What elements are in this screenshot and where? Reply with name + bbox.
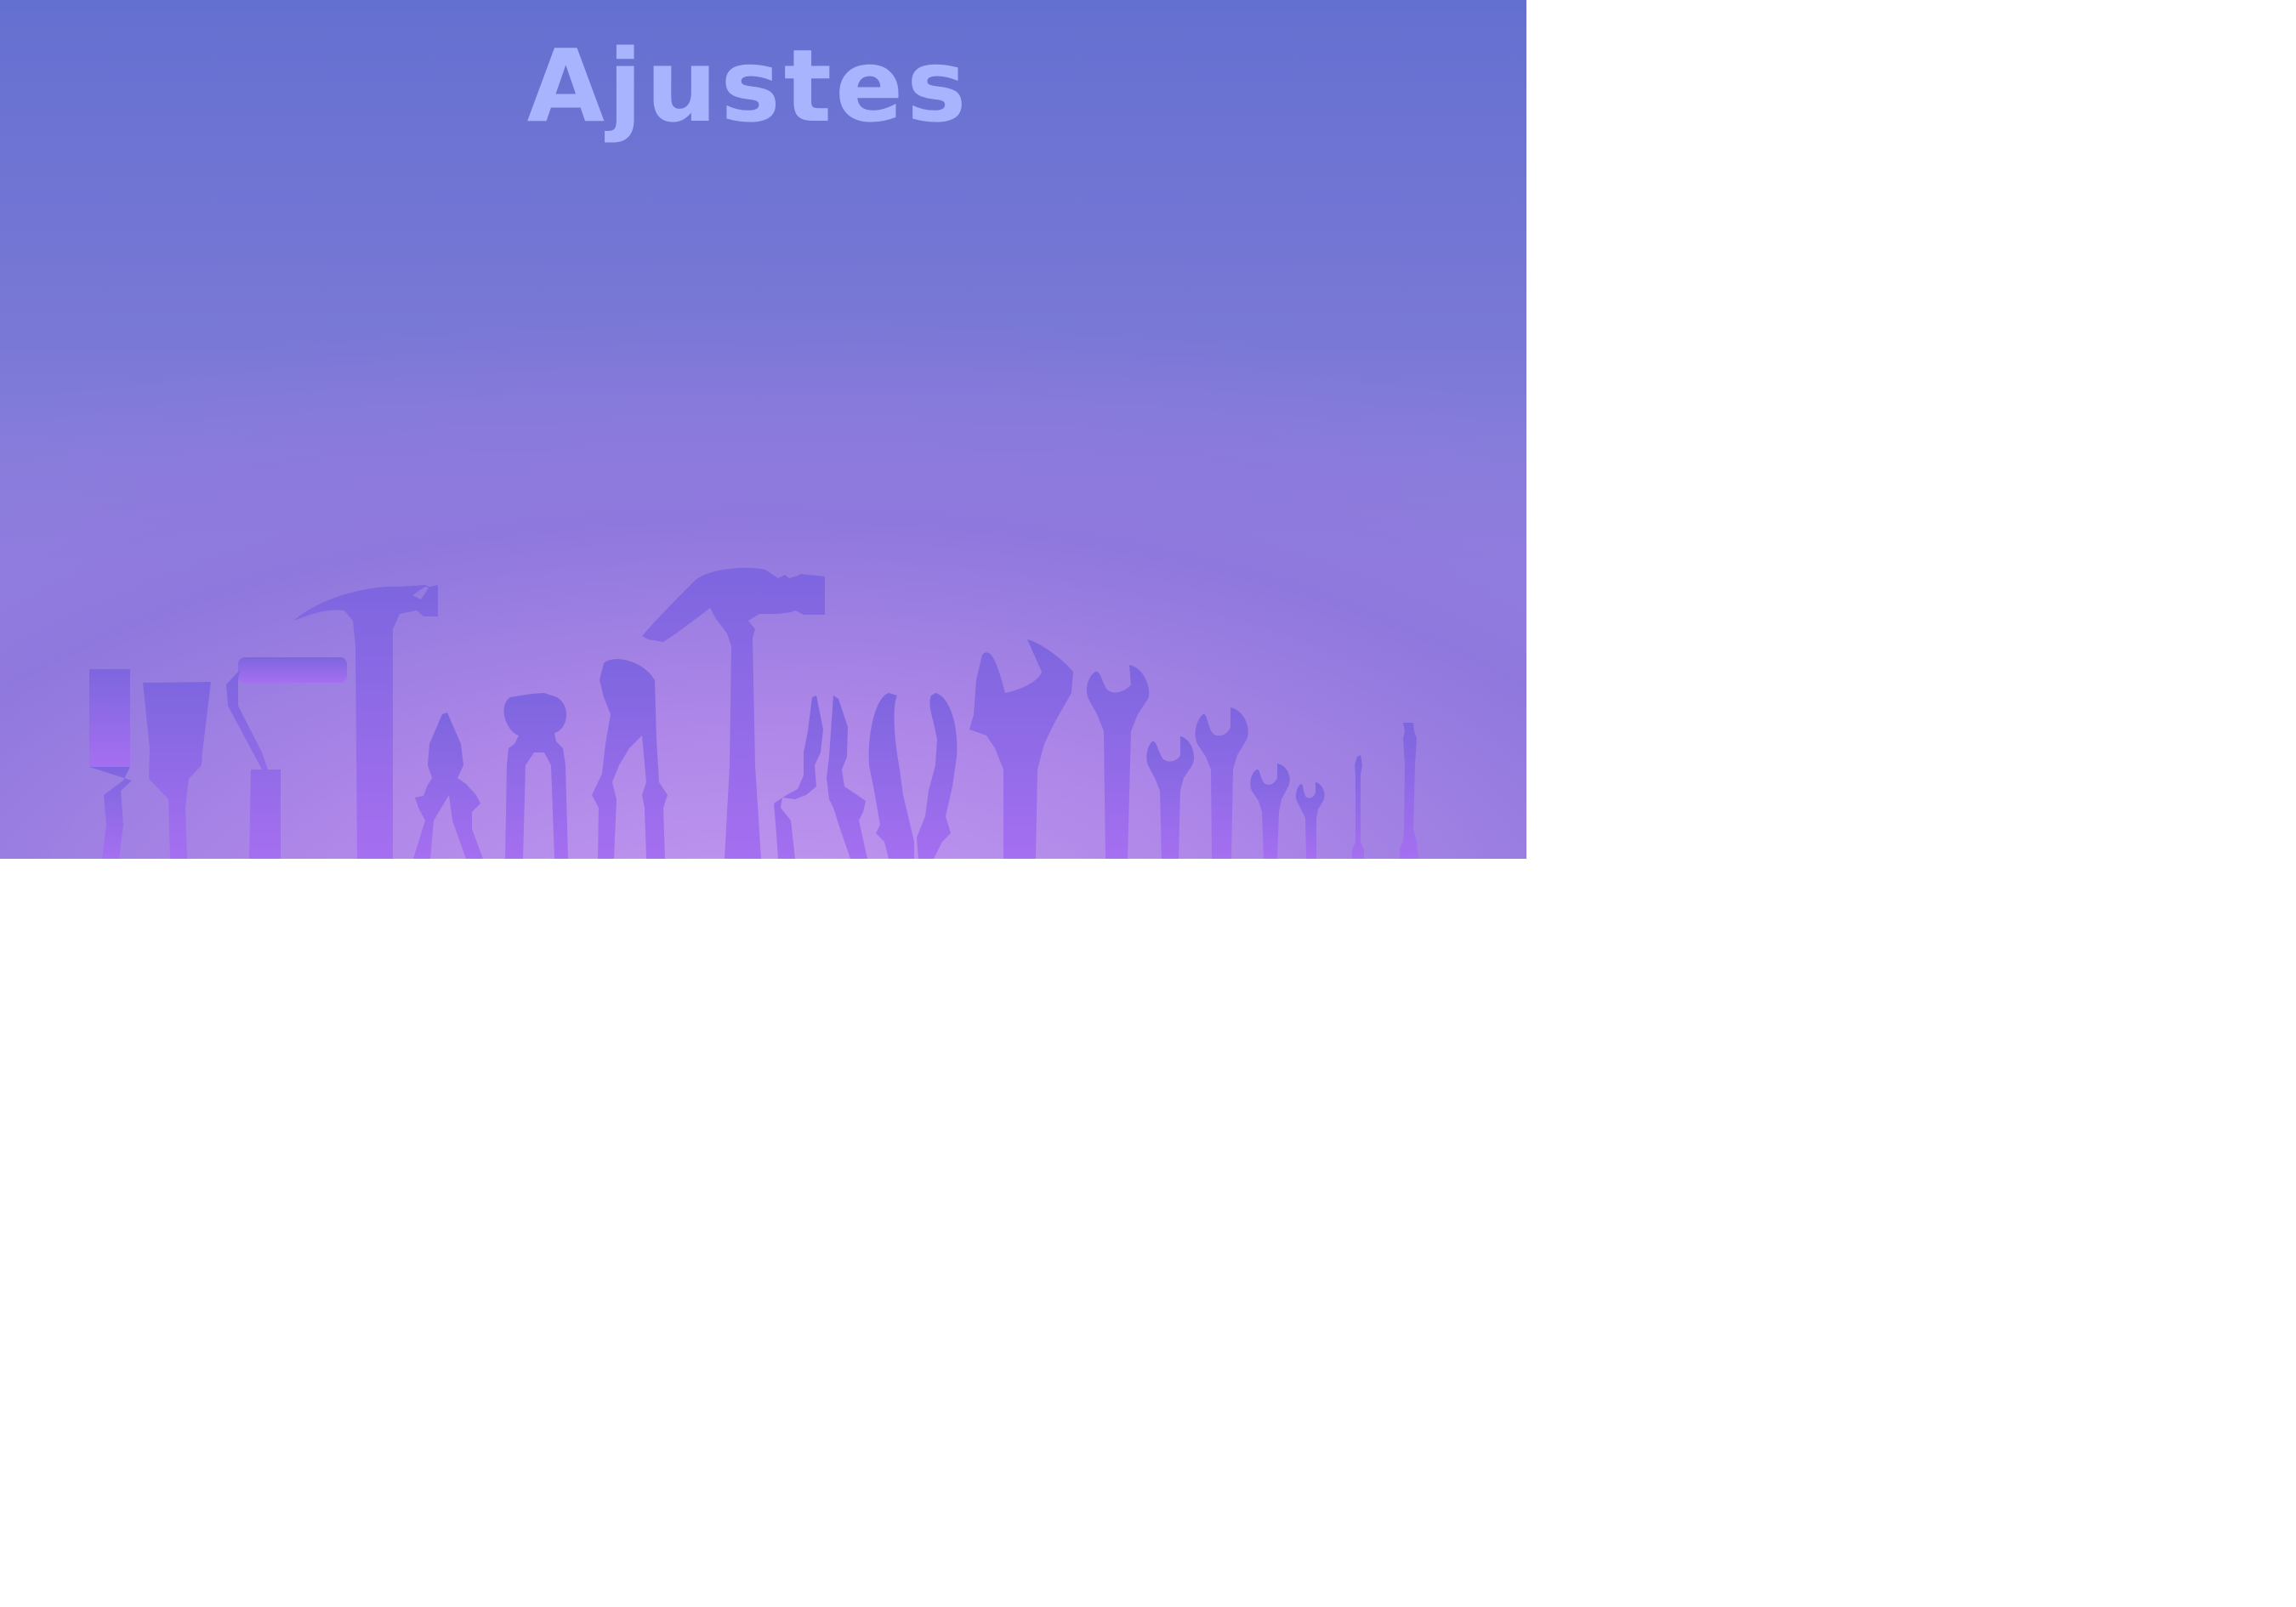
wrench-icon xyxy=(1086,665,1150,859)
pliers-icon xyxy=(413,713,483,859)
settings-banner: Ajustes xyxy=(0,0,1526,859)
hammer-icon xyxy=(293,585,438,859)
wrench-icon xyxy=(1146,736,1195,859)
water-pump-pliers-icon xyxy=(592,659,668,859)
tools-silhouette xyxy=(89,567,1418,859)
pliers-icon xyxy=(774,696,867,859)
screwdriver-icon xyxy=(1400,723,1418,859)
chisel-icon xyxy=(89,669,132,859)
adjustable-wrench-icon xyxy=(969,639,1073,859)
wrench-icon xyxy=(1295,782,1325,859)
wrench-icon xyxy=(1250,764,1290,859)
pincers-icon xyxy=(503,693,568,859)
wrench-icon xyxy=(1195,707,1248,859)
screwdriver-icon xyxy=(1352,755,1364,859)
paint-roller-icon xyxy=(226,657,347,859)
chisel-icon xyxy=(143,682,211,859)
pliers-icon xyxy=(868,693,958,859)
page-canvas: Ajustes xyxy=(0,0,2296,1607)
hammer-icon xyxy=(642,567,825,859)
